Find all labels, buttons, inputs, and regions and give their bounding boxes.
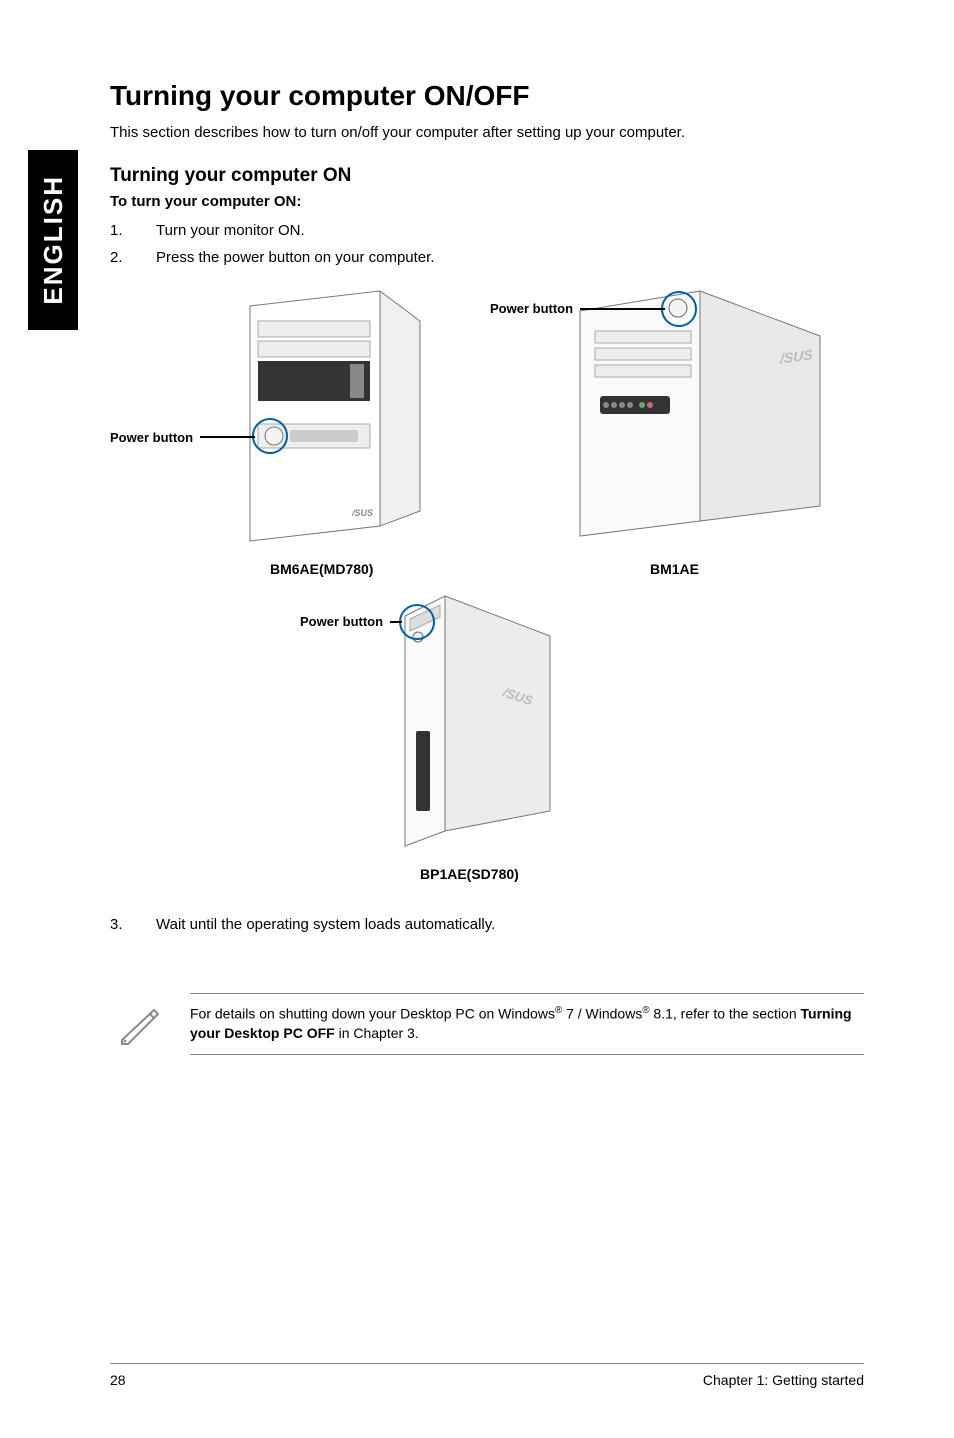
step-2: 2. Press the power button on your comput… (110, 249, 864, 266)
model-label-bm1ae: BM1AE (650, 561, 699, 577)
power-button-circle-bm1ae (661, 291, 697, 327)
step-3-number: 3. (110, 916, 124, 933)
diagrams-area: /SUS Power button BM6AE(MD780) /SUS Powe… (110, 286, 864, 906)
language-tab: ENGLISH (28, 150, 78, 330)
step-3: 3. Wait until the operating system loads… (110, 916, 864, 933)
note-mid2: 8.1, refer to the section (650, 1006, 801, 1022)
model-label-bm6ae: BM6AE(MD780) (270, 561, 373, 577)
chapter-label: Chapter 1: Getting started (703, 1372, 864, 1388)
tower-bm1ae: /SUS (550, 286, 830, 556)
callout-line-right (580, 308, 665, 310)
step-3-text: Wait until the operating system loads au… (156, 916, 495, 933)
step-1: 1. Turn your monitor ON. (110, 222, 864, 239)
power-button-label-bottom: Power button (300, 614, 383, 629)
power-button-circle-bp1ae (399, 604, 435, 640)
note-reg2: ® (642, 1005, 649, 1016)
step-2-number: 2. (110, 249, 124, 266)
model-label-bp1ae: BP1AE(SD780) (420, 866, 519, 882)
note-prefix: For details on shutting down your Deskto… (190, 1006, 555, 1022)
page-title: Turning your computer ON/OFF (110, 80, 864, 112)
page-footer: 28 Chapter 1: Getting started (110, 1363, 864, 1388)
step-2-text: Press the power button on your computer. (156, 249, 435, 266)
svg-text:/SUS: /SUS (351, 508, 373, 518)
intro-text: This section describes how to turn on/of… (110, 124, 864, 141)
section-heading: Turning your computer ON (110, 165, 864, 187)
note-mid1: 7 / Windows (562, 1006, 642, 1022)
power-button-circle-bm6ae (252, 418, 288, 454)
language-tab-text: ENGLISH (38, 175, 69, 305)
step-1-text: Turn your monitor ON. (156, 222, 305, 239)
power-button-label-left: Power button (110, 430, 193, 445)
step-1-number: 1. (110, 222, 124, 239)
section-subheading: To turn your computer ON: (110, 193, 864, 210)
note-suffix: in Chapter 3. (335, 1025, 419, 1041)
power-button-label-right: Power button (490, 301, 573, 316)
page-number: 28 (110, 1372, 126, 1388)
note-icon (110, 1000, 170, 1048)
note-block: For details on shutting down your Deskto… (110, 993, 864, 1055)
note-text: For details on shutting down your Deskto… (190, 993, 864, 1055)
callout-line-bottom (390, 621, 402, 623)
callout-line-left (200, 436, 255, 438)
